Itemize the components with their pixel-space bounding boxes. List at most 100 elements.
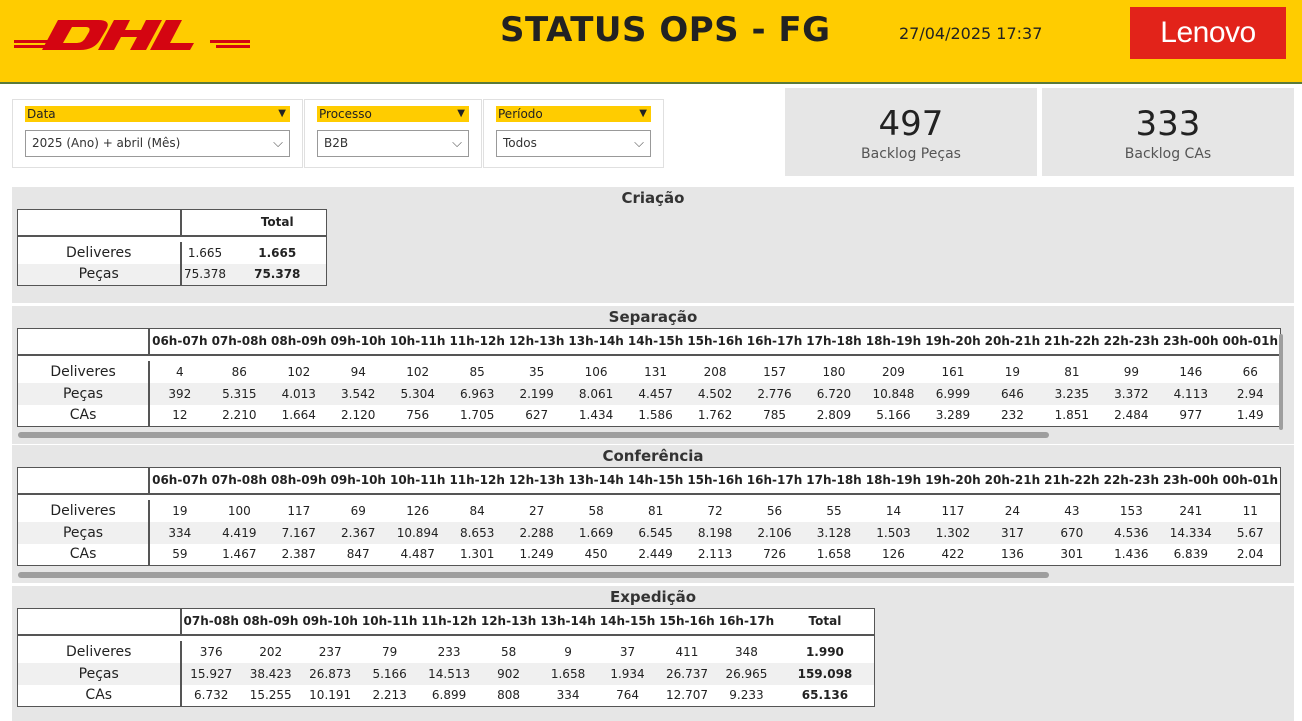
horizontal-scrollbar[interactable] — [18, 572, 1049, 578]
column-header: 12h-13h — [506, 328, 567, 356]
table-cell: 6.732 — [194, 688, 229, 703]
table-cell: 977 — [1179, 408, 1203, 423]
table-cell: 4.536 — [1101, 521, 1162, 544]
kpi-label: Backlog Peças — [861, 146, 961, 162]
table-cell: 785 — [763, 408, 786, 423]
chevron-down-icon[interactable]: ▼ — [278, 106, 286, 122]
table-cell: 4 — [176, 364, 184, 379]
separacao-table: 06h-07h 07h-08h 08h-09h 09h-10h 10h-11h 11h-1… — [17, 328, 1281, 427]
table-cell: 237 — [318, 644, 342, 659]
column-header: 23h-00h — [1161, 467, 1221, 495]
table-cell: 4.487 — [400, 547, 435, 562]
table-cell: 15.255 — [249, 688, 292, 703]
filter-periodo[interactable]: Período ▼ Todos ⌵ — [483, 99, 664, 168]
chevron-down-icon[interactable]: ▼ — [457, 106, 465, 122]
table-cell: 157 — [763, 364, 786, 379]
table-cell: 1.851 — [1054, 408, 1090, 423]
table-cell: 2.776 — [744, 382, 805, 405]
table-cell: 1.249 — [519, 547, 554, 562]
table-cell: 1.934 — [597, 662, 658, 685]
table-cell: 2.449 — [638, 547, 673, 562]
table-cell: 12.707 — [665, 688, 708, 703]
table-cell: 1.467 — [222, 547, 257, 562]
table-cell: 2.94 — [1220, 382, 1281, 405]
column-header: 12h-13h — [506, 467, 567, 495]
table-cell: 4.113 — [1161, 382, 1221, 405]
table-cell: 392 — [149, 382, 210, 405]
table-cell: 5.304 — [387, 382, 448, 405]
table-cell: 9 — [564, 644, 572, 659]
table-cell: 3.372 — [1101, 382, 1162, 405]
table-cell: 2.484 — [1114, 408, 1149, 423]
table-cell: 9.233 — [729, 688, 764, 703]
page-title: STATUS OPS - FG — [500, 10, 831, 50]
table-cell: 65.136 — [801, 688, 849, 703]
table-cell: 209 — [882, 364, 905, 379]
column-header: 10h-11h — [387, 467, 448, 495]
row-label: Deliveres — [17, 640, 182, 663]
table-cell: 1.665 — [187, 245, 223, 260]
table-cell: 126 — [406, 503, 430, 518]
table-cell: 1.669 — [566, 521, 626, 544]
row-label: CAs — [17, 404, 151, 427]
table-cell: 102 — [287, 364, 311, 379]
conferencia-table: 06h-07h 07h-08h 08h-09h 09h-10h 10h-11h 11h-1… — [17, 467, 1281, 566]
dhl-logo — [14, 20, 250, 50]
table-cell: 6.545 — [625, 521, 686, 544]
column-header: 15h-16h — [685, 328, 745, 356]
table-cell: 4.502 — [685, 382, 745, 405]
table-cell: 58 — [500, 644, 517, 659]
table-cell: 450 — [584, 547, 608, 562]
kpi-value: 497 — [878, 104, 944, 144]
table-cell: 301 — [1060, 547, 1084, 562]
table-cell: 1.658 — [538, 662, 598, 685]
table-cell: 317 — [982, 521, 1043, 544]
filter-data-label: Data — [27, 107, 56, 121]
table-cell: 627 — [525, 408, 549, 423]
column-header: 22h-23h — [1101, 467, 1162, 495]
table-cell: 1.503 — [863, 521, 924, 544]
column-header: 08h-09h — [240, 608, 301, 636]
row-label: Deliveres — [17, 499, 151, 522]
filter-processo-select[interactable]: B2B ⌵ — [317, 130, 469, 157]
table-cell: 8.653 — [447, 521, 507, 544]
table-cell: 2.288 — [506, 521, 567, 544]
table-cell: 59 — [172, 547, 188, 562]
row-label: Peças — [17, 521, 151, 544]
column-header: 10h-11h — [359, 608, 420, 636]
table-cell: 81 — [647, 503, 664, 518]
column-header: 06h-07h — [149, 467, 210, 495]
filter-data[interactable]: Data ▼ 2025 (Ano) + abril (Mês) ⌵ — [12, 99, 303, 168]
table-cell: 5.166 — [359, 662, 420, 685]
panel-title: Criação — [621, 189, 685, 207]
table-cell: 6.839 — [1173, 547, 1208, 562]
panel-expedicao: Expedição 07h-08h 08h-09h 09h-10h 10h-11h 11… — [12, 586, 1294, 721]
table-cell: 58 — [588, 503, 604, 518]
table-cell: 180 — [822, 364, 846, 379]
lenovo-logo: Lenovo — [1130, 7, 1286, 59]
table-cell: 1.705 — [459, 408, 495, 423]
filter-processo[interactable]: Processo ▼ B2B ⌵ — [304, 99, 482, 168]
vertical-scrollbar[interactable] — [1279, 334, 1283, 430]
kpi-card-backlog-pecas: 497 Backlog Peças — [785, 88, 1037, 176]
header-bar: STATUS OPS - FG 27/04/2025 17:37 Lenovo — [0, 0, 1302, 84]
table-cell: 1.302 — [923, 521, 983, 544]
row-label: CAs — [17, 543, 151, 566]
filter-periodo-select[interactable]: Todos ⌵ — [496, 130, 651, 157]
column-header: 09h-10h — [328, 467, 388, 495]
table-cell: 2.199 — [506, 382, 567, 405]
table-cell: 26.737 — [657, 662, 717, 685]
horizontal-scrollbar[interactable] — [18, 432, 1049, 438]
table-cell: 847 — [346, 547, 370, 562]
table-cell: 6.899 — [431, 688, 467, 703]
table-cell: 12 — [172, 408, 188, 423]
table-cell: 2.106 — [744, 521, 805, 544]
table-row: Peças 334 4.419 7.167 2.367 10.894 8.653 2.288 1… — [17, 521, 1281, 544]
chevron-down-icon[interactable]: ▼ — [639, 106, 647, 122]
panel-separacao: Separação 06h-07h 07h-08h 08h-09h 09h-10h 10… — [12, 306, 1294, 444]
filter-data-select[interactable]: 2025 (Ano) + abril (Mês) ⌵ — [25, 130, 290, 157]
column-header: 07h-08h — [180, 608, 241, 636]
table-row: Deliveres 19 100 117 69 126 84 27 58 81 72 56 55 14 11… — [17, 499, 1281, 522]
column-header: 18h-19h — [863, 467, 924, 495]
table-cell: 2.04 — [1236, 547, 1264, 562]
